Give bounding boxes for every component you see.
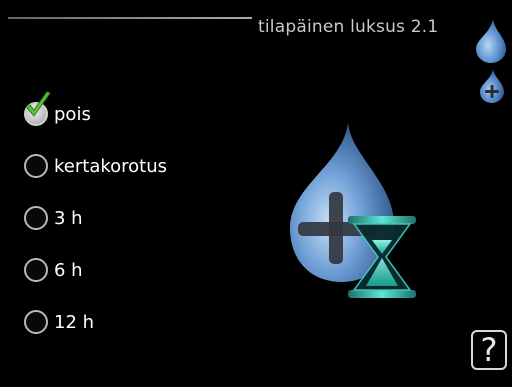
radio-button[interactable] (24, 206, 48, 230)
water-drop-plus-icon (480, 69, 504, 103)
hot-water-drop-hourglass-icon (290, 122, 416, 298)
option-12h[interactable]: 12 h (24, 302, 244, 342)
radio-button[interactable] (24, 258, 48, 282)
option-label: kertakorotus (54, 155, 168, 177)
header-divider (8, 17, 252, 19)
option-label: pois (54, 103, 91, 125)
option-pois[interactable]: pois (24, 91, 244, 134)
water-drop-icon (476, 19, 506, 63)
option-6h[interactable]: 6 h (24, 250, 244, 290)
radio-button[interactable] (24, 310, 48, 334)
check-mark-icon (26, 91, 51, 117)
radio-button-selected[interactable] (24, 91, 51, 126)
option-label: 3 h (54, 207, 83, 229)
option-label: 12 h (54, 311, 95, 333)
radio-button[interactable] (24, 154, 48, 178)
option-3h[interactable]: 3 h (24, 198, 244, 238)
page-title: tilapäinen luksus 2.1 (258, 17, 439, 37)
option-label: 6 h (54, 259, 83, 281)
help-button[interactable]: ? (471, 330, 507, 370)
option-kertakorotus[interactable]: kertakorotus (24, 146, 244, 186)
